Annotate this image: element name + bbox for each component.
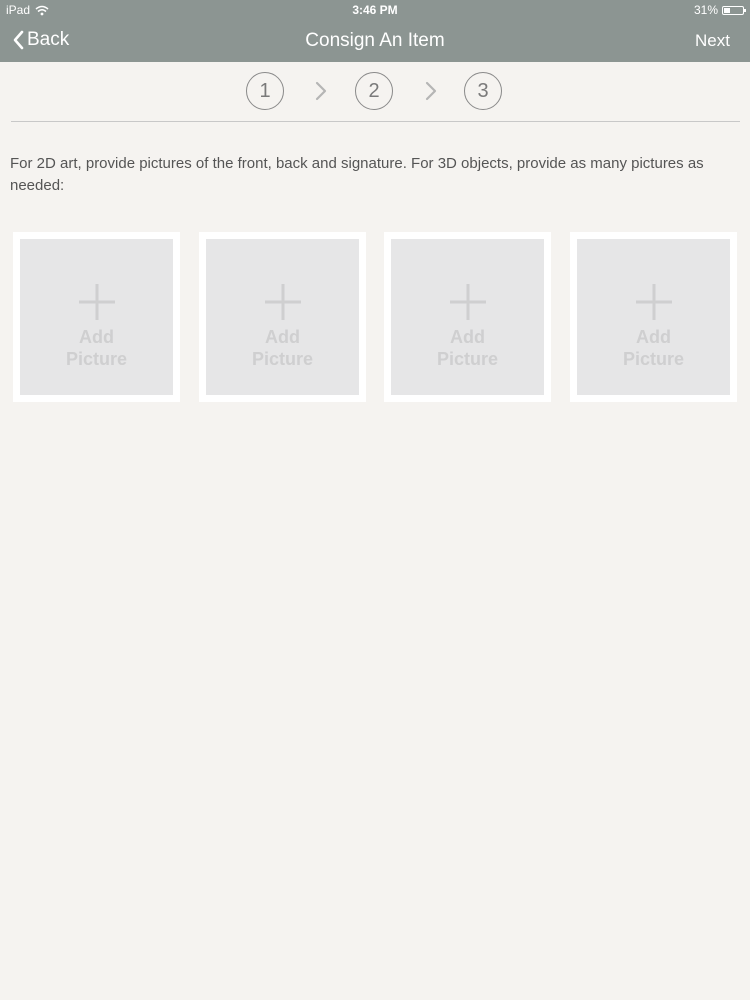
plus-icon [635, 284, 672, 320]
add-picture-placeholder: Add Picture [391, 239, 544, 395]
add-picture-button[interactable]: Add Picture [13, 232, 180, 402]
page-title: Consign An Item [305, 30, 445, 51]
next-button[interactable]: Next [695, 31, 730, 51]
add-picture-placeholder: Add Picture [577, 239, 730, 395]
battery-percent: 31% [693, 3, 718, 17]
add-picture-placeholder: Add Picture [206, 239, 359, 395]
step-2: 2 [355, 72, 393, 110]
step-3: 3 [464, 72, 502, 110]
step-1: 1 [246, 72, 284, 110]
add-picture-button[interactable]: Add Picture [384, 232, 551, 402]
plus-icon [264, 284, 301, 320]
nav-bar: Back Consign An Item Next [0, 20, 750, 62]
plus-icon [78, 284, 115, 320]
add-picture-button[interactable]: Add Picture [570, 232, 737, 402]
add-picture-button[interactable]: Add Picture [199, 232, 366, 402]
chevron-right-icon [315, 81, 327, 101]
step-indicator: 1 2 3 [0, 72, 750, 114]
divider [11, 121, 740, 122]
status-right: 31% [693, 3, 746, 17]
battery-icon [722, 5, 746, 15]
add-picture-label: Add Picture [251, 327, 314, 369]
status-bar: iPad 3:46 PM 31% [0, 0, 750, 20]
chevron-right-icon [425, 81, 437, 101]
instructions-text: For 2D art, provide pictures of the fron… [10, 155, 704, 194]
add-picture-label: Add Picture [622, 327, 685, 369]
top-bar: iPad 3:46 PM 31% Back Consign An Item Ne… [0, 0, 750, 62]
status-time: 3:46 PM [352, 3, 398, 17]
battery-level [724, 7, 730, 13]
add-picture-label: Add Picture [436, 327, 499, 369]
add-picture-placeholder: Add Picture [20, 239, 173, 395]
add-picture-label: Add Picture [65, 327, 128, 369]
plus-icon [449, 284, 486, 320]
